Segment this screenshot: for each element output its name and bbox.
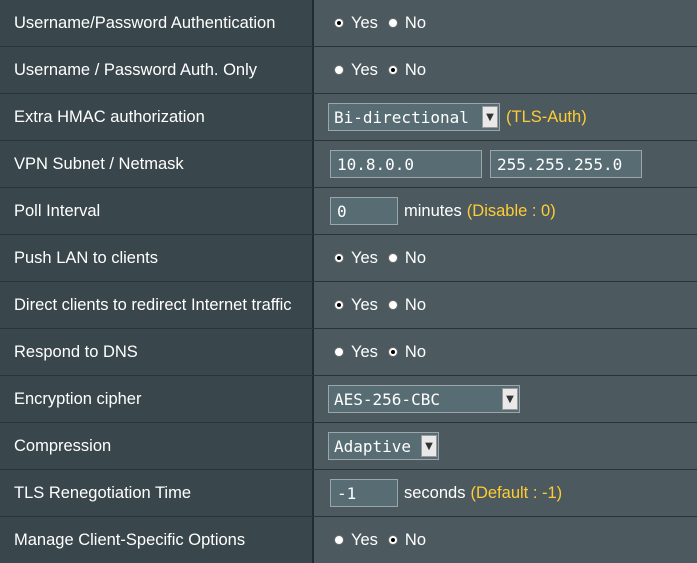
row-value: 10.8.0.0 255.255.255.0 xyxy=(314,141,697,187)
row-label: VPN Subnet / Netmask xyxy=(0,141,314,187)
radio-label: Yes xyxy=(351,342,378,361)
radio-icon xyxy=(387,253,398,263)
row-compression: Compression Adaptive ▼ xyxy=(0,423,697,470)
radio-label: Yes xyxy=(351,295,378,314)
hmac-select[interactable]: Bi-directional ▼ xyxy=(328,103,500,131)
radio-label: No xyxy=(404,342,427,361)
tls-reneg-unit: seconds xyxy=(404,483,466,502)
auth-yes-radio[interactable]: Yes xyxy=(334,14,378,33)
row-hmac: Extra HMAC authorization Bi-directional … xyxy=(0,94,697,141)
row-value: Yes No xyxy=(314,517,697,563)
radio-label: Yes xyxy=(351,13,378,32)
radio-selected-icon xyxy=(334,253,344,263)
radio-label: No xyxy=(404,530,427,549)
row-tls-reneg: TLS Renegotiation Time -1 seconds (Defau… xyxy=(0,470,697,517)
radio-selected-icon xyxy=(334,300,344,310)
row-label: Compression xyxy=(0,423,314,469)
client-specific-no-radio[interactable]: No xyxy=(387,530,427,550)
row-auth: Username/Password Authentication Yes No xyxy=(0,0,697,47)
row-label: Encryption cipher xyxy=(0,376,314,422)
row-label: Extra HMAC authorization xyxy=(0,94,314,140)
select-value: AES-256-CBC xyxy=(334,389,440,409)
hmac-hint: (TLS-Auth) xyxy=(506,107,587,126)
row-auth-only: Username / Password Auth. Only Yes No xyxy=(0,47,697,94)
row-label: Respond to DNS xyxy=(0,329,314,375)
row-value: Bi-directional ▼ (TLS-Auth) xyxy=(314,94,697,140)
select-value: Adaptive xyxy=(334,436,412,456)
radio-label: No xyxy=(404,13,427,32)
radio-selected-icon xyxy=(387,65,398,75)
poll-unit: minutes xyxy=(404,201,462,220)
row-poll: Poll Interval 0 minutes (Disable : 0) xyxy=(0,188,697,235)
push-lan-no-radio[interactable]: No xyxy=(387,248,427,268)
row-value: Yes No xyxy=(314,282,697,328)
row-value: 0 minutes (Disable : 0) xyxy=(314,188,697,234)
radio-label: Yes xyxy=(351,60,378,79)
poll-hint: (Disable : 0) xyxy=(466,201,556,220)
row-label: Username/Password Authentication xyxy=(0,0,314,46)
row-label: Direct clients to redirect Internet traf… xyxy=(0,282,314,328)
tls-reneg-hint: (Default : -1) xyxy=(470,483,563,502)
row-value: Yes No xyxy=(314,235,697,281)
auth-only-no-radio[interactable]: No xyxy=(387,60,427,80)
radio-selected-icon xyxy=(387,535,398,545)
row-value: Yes No xyxy=(314,329,697,375)
row-client-specific: Manage Client-Specific Options Yes No xyxy=(0,517,697,563)
row-value: Yes No xyxy=(314,0,697,46)
radio-icon xyxy=(334,65,344,75)
chevron-down-icon[interactable]: ▼ xyxy=(421,435,437,457)
auth-only-yes-radio[interactable]: Yes xyxy=(334,61,378,80)
row-value: Adaptive ▼ xyxy=(314,423,697,469)
chevron-down-icon[interactable]: ▼ xyxy=(502,388,518,410)
auth-no-radio[interactable]: No xyxy=(387,13,427,33)
row-label: Username / Password Auth. Only xyxy=(0,47,314,93)
row-label: TLS Renegotiation Time xyxy=(0,470,314,516)
row-value: Yes No xyxy=(314,47,697,93)
radio-label: Yes xyxy=(351,248,378,267)
row-subnet: VPN Subnet / Netmask 10.8.0.0 255.255.25… xyxy=(0,141,697,188)
row-push-lan: Push LAN to clients Yes No xyxy=(0,235,697,282)
row-value: -1 seconds (Default : -1) xyxy=(314,470,697,516)
radio-selected-icon xyxy=(334,18,344,28)
dns-no-radio[interactable]: No xyxy=(387,342,427,362)
tls-reneg-input[interactable]: -1 xyxy=(330,479,398,507)
cipher-select[interactable]: AES-256-CBC ▼ xyxy=(328,385,520,413)
radio-selected-icon xyxy=(387,347,398,357)
client-specific-yes-radio[interactable]: Yes xyxy=(334,531,378,550)
vpn-settings-table: Username/Password Authentication Yes No … xyxy=(0,0,697,563)
push-lan-yes-radio[interactable]: Yes xyxy=(334,249,378,268)
dns-yes-radio[interactable]: Yes xyxy=(334,343,378,362)
subnet-input[interactable]: 10.8.0.0 xyxy=(330,150,482,178)
radio-icon xyxy=(334,535,344,545)
row-label: Poll Interval xyxy=(0,188,314,234)
poll-interval-input[interactable]: 0 xyxy=(330,197,398,225)
row-redirect: Direct clients to redirect Internet traf… xyxy=(0,282,697,329)
row-label: Push LAN to clients xyxy=(0,235,314,281)
netmask-input[interactable]: 255.255.255.0 xyxy=(490,150,642,178)
redirect-yes-radio[interactable]: Yes xyxy=(334,296,378,315)
radio-icon xyxy=(387,300,398,310)
radio-icon xyxy=(334,347,344,357)
select-value: Bi-directional xyxy=(334,107,469,127)
radio-label: No xyxy=(404,60,427,79)
redirect-no-radio[interactable]: No xyxy=(387,295,427,315)
row-cipher: Encryption cipher AES-256-CBC ▼ xyxy=(0,376,697,423)
radio-icon xyxy=(387,18,398,28)
row-dns: Respond to DNS Yes No xyxy=(0,329,697,376)
row-label: Manage Client-Specific Options xyxy=(0,517,314,563)
radio-label: Yes xyxy=(351,530,378,549)
chevron-down-icon[interactable]: ▼ xyxy=(482,106,498,128)
radio-label: No xyxy=(404,295,427,314)
row-value: AES-256-CBC ▼ xyxy=(314,376,697,422)
compression-select[interactable]: Adaptive ▼ xyxy=(328,432,439,460)
radio-label: No xyxy=(404,248,427,267)
